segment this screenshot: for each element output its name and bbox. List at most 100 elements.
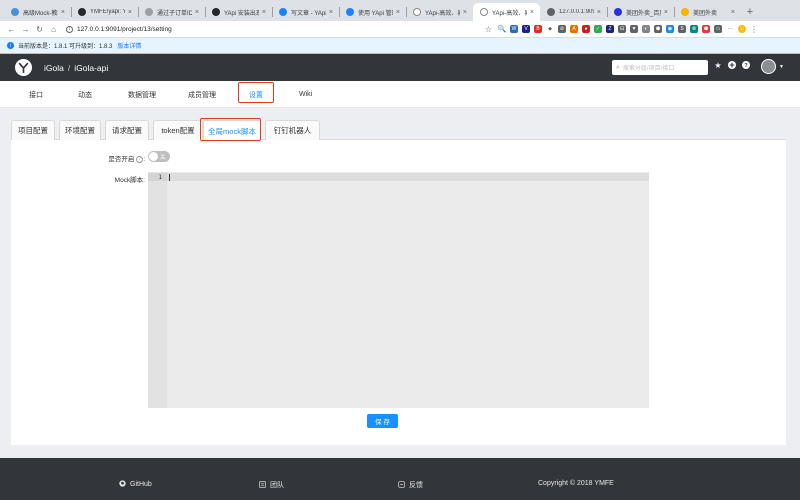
browser-tab[interactable]: 美团外卖_百度× <box>607 3 674 21</box>
menu-icon[interactable]: ⋮ <box>750 25 758 34</box>
extension-icon[interactable]: ⋯ <box>726 25 734 33</box>
browser-tab[interactable]: 使用 YApi 管理× <box>339 3 406 21</box>
nav-tab-wiki[interactable]: Wiki <box>299 81 312 108</box>
footer-team[interactable]: 团队 <box>259 480 284 490</box>
browser-tab-title: 使用 YApi 管理 <box>358 10 393 17</box>
extension-icon[interactable]: ▭ <box>714 25 722 33</box>
add-icon[interactable] <box>728 61 736 69</box>
profile-icon[interactable]: ☺ <box>738 25 746 33</box>
browser-tab[interactable]: YApi-高效、易 × <box>473 3 540 21</box>
close-icon[interactable]: × <box>664 9 668 16</box>
browser-tab[interactable]: 通过子订单ID获× <box>138 3 205 21</box>
nav-tab-data[interactable]: 数据管理 <box>128 81 156 108</box>
extension-icon[interactable]: B <box>534 25 542 33</box>
chevron-down-icon[interactable]: ▼ <box>779 64 784 70</box>
star-icon[interactable]: ★ <box>714 61 722 70</box>
tab-request-config[interactable]: 请求配置 <box>105 120 149 140</box>
tab-token-config[interactable]: token配置 <box>153 120 203 140</box>
baidu-icon <box>614 8 622 16</box>
extension-icon[interactable]: ⊗ <box>690 25 698 33</box>
extension-icon[interactable]: A <box>570 25 578 33</box>
bookmark-star-icon[interactable]: ☆ <box>485 25 492 34</box>
new-tab-button[interactable]: + <box>741 3 759 21</box>
close-icon[interactable]: × <box>195 9 199 16</box>
enable-switch[interactable]: 关 <box>148 151 170 162</box>
browser-tab[interactable]: YApi 安装出现 × <box>205 3 272 21</box>
forward-icon[interactable]: → <box>20 25 31 34</box>
save-button[interactable]: 保 存 <box>367 414 398 428</box>
browser-tab[interactable]: 高级Mock-教程× <box>4 3 71 21</box>
version-text: 当前版本是：1.8.1 可升级到：1.8.3 <box>18 44 113 50</box>
back-icon[interactable]: ← <box>6 25 17 34</box>
browser-tab-title: 美团外卖 <box>693 10 718 17</box>
help-icon[interactable]: ? <box>742 61 750 69</box>
feedback-icon <box>398 480 405 490</box>
info-icon[interactable]: i <box>66 25 73 33</box>
info-icon: i <box>7 42 14 49</box>
browser-tab[interactable]: 美团外卖 × <box>674 3 741 21</box>
settings-content: 项目配置 环境配置 请求配置 token配置 全局mock脚本 钉钉机器人 是否… <box>11 118 786 445</box>
home-icon[interactable]: ⌂ <box>48 25 59 34</box>
mock-script-editor[interactable]: 1 <box>148 172 649 408</box>
breadcrumb-separator: / <box>67 62 71 73</box>
footer-github[interactable]: GitHub <box>119 480 152 489</box>
version-details-link[interactable]: 版本详情 <box>117 41 141 50</box>
close-icon[interactable]: × <box>262 9 266 16</box>
extension-icons: 🔍 W V B ◆ ⊘ A ● ✓ Z ⊟ ▼ ◐ ⬢ ◉ S ⊗ ⬣ ▭ ⋯ … <box>498 25 758 34</box>
extension-icon[interactable]: ◉ <box>666 25 674 33</box>
zoom-icon[interactable]: 🔍 <box>498 25 506 33</box>
close-icon[interactable]: × <box>731 9 735 16</box>
footer-feedback[interactable]: 反馈 <box>398 480 423 490</box>
close-icon[interactable]: × <box>463 9 467 16</box>
footer-team-label: 团队 <box>270 482 284 489</box>
close-icon[interactable]: × <box>128 9 132 16</box>
close-icon[interactable]: × <box>61 9 65 16</box>
breadcrumb-group[interactable]: iGola <box>44 63 64 73</box>
reload-icon[interactable]: ↻ <box>34 25 45 34</box>
tab-label: token配置 <box>161 126 195 135</box>
browser-tab-title: YApi 安装出现 <box>224 10 259 17</box>
nav-tab-activity[interactable]: 动态 <box>78 81 92 108</box>
editor-gutter <box>148 172 167 408</box>
extension-icon[interactable]: ▼ <box>630 25 638 33</box>
breadcrumb-project[interactable]: iGola-api <box>74 63 108 73</box>
github-icon <box>119 480 126 489</box>
close-icon[interactable]: × <box>329 9 333 16</box>
extension-icon[interactable]: ● <box>582 25 590 33</box>
nav-tab-label: 接口 <box>29 91 43 99</box>
address-bar[interactable]: i 127.0.0.1:9091/project/13/setting ☆ <box>62 23 492 36</box>
extension-icon[interactable]: W <box>510 25 518 33</box>
extension-icon[interactable]: ◐ <box>642 25 650 33</box>
extension-icon[interactable]: ⬢ <box>654 25 662 33</box>
extension-icon[interactable]: Z <box>606 25 614 33</box>
folder-icon <box>681 8 689 16</box>
nav-tab-label: 数据管理 <box>128 91 156 99</box>
yapi-logo-icon[interactable] <box>15 59 32 76</box>
extension-icon[interactable]: V <box>522 25 530 33</box>
browser-tab-title: YApi-高效、易 <box>425 10 460 17</box>
nav-tab-members[interactable]: 成员管理 <box>188 81 216 108</box>
extension-icon[interactable]: ✓ <box>594 25 602 33</box>
extension-icon[interactable]: S <box>678 25 686 33</box>
browser-tab[interactable]: 写文章 - YApi × <box>272 3 339 21</box>
tab-project-config[interactable]: 项目配置 <box>11 120 55 140</box>
browser-tab[interactable]: YApi-高效、易 × <box>406 3 473 21</box>
extension-icon[interactable]: ⬣ <box>702 25 710 33</box>
tab-env-config[interactable]: 环境配置 <box>59 120 101 140</box>
globe-icon <box>547 8 555 16</box>
tab-dingtalk-robot[interactable]: 钉钉机器人 <box>265 120 320 140</box>
extension-icon[interactable]: ◆ <box>546 25 554 33</box>
nav-tab-interface[interactable]: 接口 <box>29 81 43 108</box>
browser-tab[interactable]: YMFE/yapi: YApi× <box>71 3 138 21</box>
close-icon[interactable]: × <box>530 9 534 16</box>
extension-icon[interactable]: ⊘ <box>558 25 566 33</box>
doc-icon <box>145 8 153 16</box>
user-avatar[interactable] <box>761 59 776 74</box>
browser-toolbar: ← → ↻ ⌂ i 127.0.0.1:9091/project/13/sett… <box>0 21 800 38</box>
close-icon[interactable]: × <box>597 9 601 16</box>
close-icon[interactable]: × <box>396 9 400 16</box>
tab-label: 钉钉机器人 <box>273 126 312 135</box>
extension-icon[interactable]: ⊟ <box>618 25 626 33</box>
browser-tab[interactable]: 127.0.0.1:9091× <box>540 3 607 21</box>
global-search-input[interactable]: ⌕ 搜索分组/项目/接口 <box>612 60 708 75</box>
